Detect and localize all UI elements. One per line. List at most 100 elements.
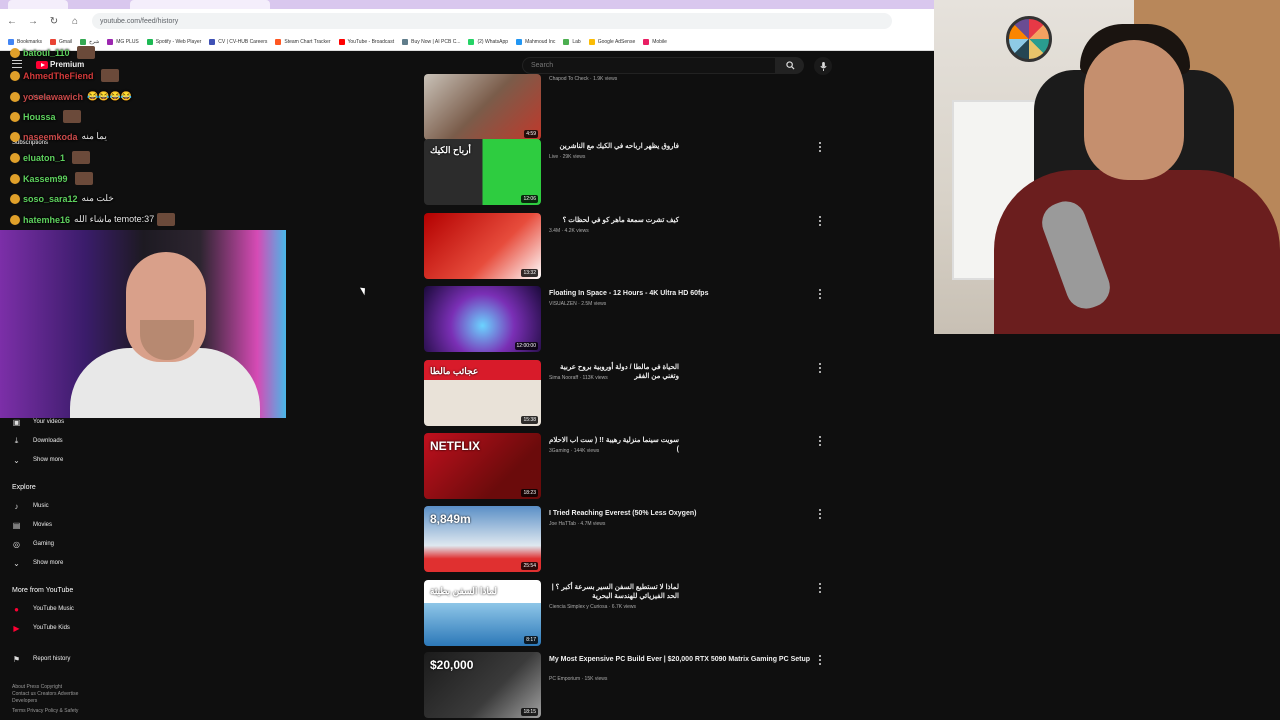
footer-line[interactable]: Terms Privacy Policy & Safety [12, 708, 112, 715]
more-actions-icon[interactable] [818, 289, 822, 299]
video-meta[interactable]: 3.4M · 4.2K views [549, 228, 589, 234]
more-actions-icon[interactable] [818, 583, 822, 593]
home-icon[interactable]: ⌂ [66, 12, 84, 30]
browser-tab[interactable] [8, 0, 68, 9]
video-title[interactable]: My Most Expensive PC Build Ever | $20,00… [549, 655, 819, 664]
bookmark-item[interactable]: MG PLUS [107, 38, 139, 45]
video-meta[interactable]: 3Gaming · 144K views [549, 448, 599, 454]
history-video-row[interactable]: $20,000 18:15 My Most Expensive PC Build E… [424, 652, 844, 720]
video-thumbnail[interactable]: $20,000 18:15 [424, 652, 541, 718]
video-title[interactable]: فاروق يظهر ارباحه في الكيك مع الناشرين [549, 142, 679, 151]
more-actions-icon[interactable] [818, 142, 822, 152]
spin-wheel-icon [1006, 16, 1052, 62]
history-video-row[interactable]: 4:59 Chapod To Check · 1.9K views [424, 74, 844, 142]
bookmark-item[interactable]: Mobile [643, 38, 667, 45]
bookmark-item[interactable]: CV | CV-HUB Careers [209, 38, 268, 45]
chat-text: 😂😂😂😂 [87, 91, 132, 101]
bookmark-label: CV | CV-HUB Careers [218, 38, 268, 45]
thumbnail-text: $20,000 [430, 658, 474, 672]
bookmark-item[interactable]: Bookmarks [8, 38, 43, 45]
voice-search-button[interactable] [814, 57, 832, 75]
bookmark-item[interactable]: (2) WhatsApp [468, 38, 508, 45]
video-thumbnail[interactable]: عجائب مالطا 15:38 [424, 360, 541, 426]
bookmark-favicon-icon [275, 38, 282, 45]
bookmark-label: Bookmarks [17, 38, 43, 45]
video-duration: 15:38 [521, 416, 538, 424]
video-title[interactable]: Floating In Space - 12 Hours - 4K Ultra … [549, 289, 819, 298]
bookmark-item[interactable]: Buy Now | AI PCB C... [402, 38, 460, 45]
history-video-row[interactable]: 13:32 كيف تشرت سمعة ماهر كو في لحظات ؟ 3.4… [424, 213, 844, 281]
video-duration: 4:59 [524, 130, 538, 138]
search-input[interactable]: Search [522, 57, 776, 74]
thumbnail-text: 8,849m [430, 512, 471, 526]
video-meta[interactable]: PC Emporium · 15K views [549, 676, 607, 682]
browser-tab-active[interactable] [130, 0, 270, 9]
history-video-row[interactable]: لماذا السفن بطيئة 8:17 لماذا لا تستطيع الس… [424, 580, 844, 648]
video-thumbnail[interactable]: 12:00:00 [424, 286, 541, 352]
video-thumbnail[interactable]: NETFLIX 18:23 [424, 433, 541, 499]
forward-icon[interactable]: → [24, 12, 42, 30]
bookmark-item[interactable]: Lab [563, 38, 581, 45]
bookmark-favicon-icon [516, 38, 523, 45]
video-duration: 18:15 [521, 708, 538, 716]
video-meta[interactable]: Ciencia Simplex y Curiosa · 6.7K views [549, 604, 636, 610]
bookmark-item[interactable]: Gmail [50, 38, 72, 45]
search-button[interactable] [776, 57, 804, 74]
chat-message: batoul_110 [10, 46, 95, 59]
facecam-guest [0, 230, 286, 418]
bookmark-item[interactable]: شرح [80, 38, 99, 45]
chat-message: hatemhe16 ماشاء الله temote:37 [10, 213, 176, 226]
bookmark-item[interactable]: Mahmoud Inc [516, 38, 555, 45]
bookmark-item[interactable]: Google AdSense [588, 38, 635, 45]
video-thumbnail[interactable]: 8,849m 25:54 [424, 506, 541, 572]
video-thumbnail[interactable]: 13:32 [424, 213, 541, 279]
history-video-row[interactable]: 12:00:00 Floating In Space - 12 Hours - 4… [424, 286, 844, 354]
bookmark-item[interactable]: Spotify - Web Player [146, 38, 201, 45]
bookmark-item[interactable]: YouTube - Broadcast [338, 38, 394, 45]
more-actions-icon[interactable] [818, 216, 822, 226]
subscriber-badge-icon [10, 47, 20, 58]
video-thumbnail[interactable]: أرباح الكيك 12:06 [424, 139, 541, 205]
more-actions-icon[interactable] [818, 509, 822, 519]
video-title[interactable]: لماذا لا تستطيع السفن السير بسرعة أكبر ؟… [549, 583, 679, 601]
more-actions-icon[interactable] [818, 436, 822, 446]
sidebar-item-youtube-kids[interactable]: ▶ YouTube Kids [12, 622, 70, 634]
video-meta[interactable]: Sima Nooraff · 113K views [549, 375, 608, 381]
youtube-music-icon: ● [14, 604, 19, 614]
video-meta[interactable]: Chapod To Check · 1.9K views [549, 76, 617, 82]
back-icon[interactable]: ← [3, 12, 21, 30]
more-actions-icon[interactable] [818, 363, 822, 373]
sidebar-item-music[interactable]: ♪ Music [12, 500, 49, 512]
video-thumbnail[interactable]: 4:59 [424, 74, 541, 140]
video-meta[interactable]: VISUALZEN · 2.5M views [549, 301, 606, 307]
sidebar-item-movies[interactable]: ▤ Movies [12, 519, 52, 531]
bookmark-favicon-icon [468, 38, 475, 45]
video-title[interactable]: كيف تشرت سمعة ماهر كو في لحظات ؟ [549, 216, 679, 225]
sidebar-item-report-history[interactable]: ⚑ Report history [12, 653, 70, 665]
sidebar-show-more-2[interactable]: ⌄ Show more [12, 557, 63, 569]
chat-username: AhmedTheFiend [23, 70, 94, 81]
sidebar-item-youtube-music[interactable]: ● YouTube Music [12, 603, 74, 615]
history-video-row[interactable]: NETFLIX 18:23 سويت سينما منزلية رهيبة !! (… [424, 433, 844, 501]
sidebar-show-more[interactable]: ⌄ Show more [12, 454, 63, 466]
history-video-row[interactable]: أرباح الكيك 12:06 فاروق يظهر ارباحه في الك… [424, 139, 844, 207]
more-actions-icon[interactable] [818, 655, 822, 665]
video-meta[interactable]: Joe HaTTab · 4.7M views [549, 521, 605, 527]
video-title[interactable]: I Tried Reaching Everest (50% Less Oxyge… [549, 509, 819, 518]
chat-emote-icon [72, 151, 91, 164]
footer-line[interactable]: Developers [12, 698, 112, 705]
music-icon: ♪ [14, 501, 19, 511]
search-icon [785, 61, 795, 70]
bookmark-item[interactable]: Steam Chart Tracker [275, 38, 331, 45]
reload-icon[interactable]: ↻ [45, 12, 63, 30]
history-video-row[interactable]: 8,849m 25:54 I Tried Reaching Everest (50%… [424, 506, 844, 574]
footer-line[interactable]: About Press Copyright [12, 684, 112, 691]
chat-text: خلت منه [81, 193, 114, 203]
history-video-row[interactable]: عجائب مالطا 15:38 الحياة في مالطا / دولة أ… [424, 360, 844, 428]
thumbnail-text: عجائب مالطا [430, 366, 479, 376]
url-field[interactable]: youtube.com/feed/history [92, 13, 892, 29]
video-meta[interactable]: Live · 29K views [549, 154, 585, 160]
footer-line[interactable]: Contact us Creators Advertise [12, 691, 112, 698]
video-thumbnail[interactable]: لماذا السفن بطيئة 8:17 [424, 580, 541, 646]
sidebar-item-gaming[interactable]: ◎ Gaming [12, 538, 54, 550]
